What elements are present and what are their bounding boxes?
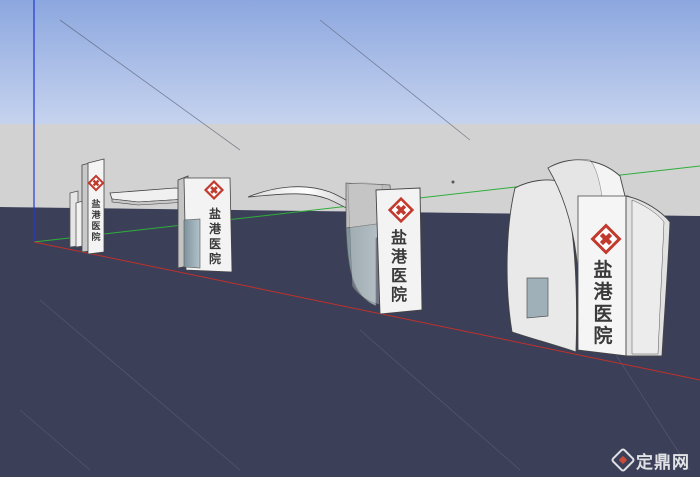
3d-model-viewport[interactable]: 盐 港 医 院 盐 港 医 院 盐 港 医 院 盐 港 医 院 xyxy=(0,0,700,477)
gate4-char-4: 院 xyxy=(593,324,612,347)
gate2-char-2: 港 xyxy=(209,221,222,236)
gate3-char-3: 医 xyxy=(391,266,407,285)
watermark-text: 定鼎网 xyxy=(636,452,690,473)
gate4-char-1: 盐 xyxy=(593,258,612,281)
watermark-logo-icon xyxy=(610,447,636,473)
gate1-char-3: 医 xyxy=(91,221,100,232)
gate4-char-2: 港 xyxy=(593,281,613,303)
sketchup-viewport-scene: 盐 港 医 院 盐 港 医 院 盐 港 医 院 盐 港 医 院 定鼎网 xyxy=(0,0,700,477)
gate1-char-4: 院 xyxy=(91,231,100,243)
gate3-char-2: 港 xyxy=(391,247,408,266)
gate1-char-1: 盐 xyxy=(91,198,100,210)
gate2-char-3: 医 xyxy=(209,237,221,251)
cursor-dot xyxy=(451,180,455,184)
gate3-char-1: 盐 xyxy=(391,228,407,247)
gate3-char-4: 院 xyxy=(391,285,407,304)
gate2-char-4: 院 xyxy=(209,251,221,266)
watermark: 定鼎网 xyxy=(610,447,690,473)
gate4-char-3: 医 xyxy=(593,303,612,325)
sky xyxy=(0,0,700,124)
gate2-char-1: 盐 xyxy=(209,206,221,221)
gate1-char-2: 港 xyxy=(91,209,101,221)
